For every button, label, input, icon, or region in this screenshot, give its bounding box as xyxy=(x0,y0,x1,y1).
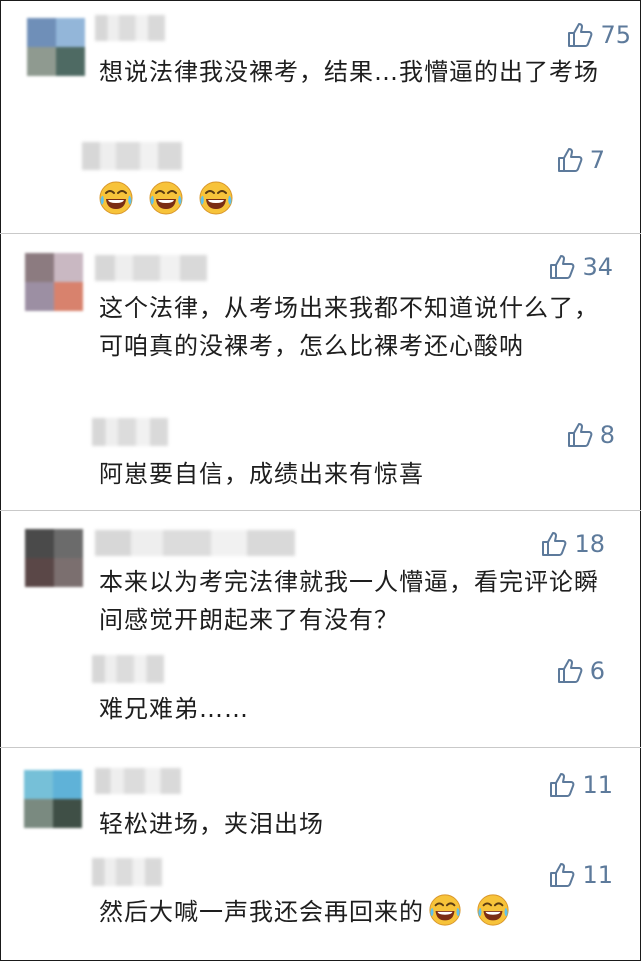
reply-like-button[interactable]: 7 xyxy=(556,145,605,175)
laugh-cry-icon xyxy=(148,180,184,216)
like-button[interactable]: 34 xyxy=(548,252,613,282)
avatar-tile xyxy=(54,529,83,558)
reply-text: 然后大喊一声我还会再回来的 xyxy=(99,893,619,931)
laugh-cry-icon xyxy=(198,180,234,216)
avatar[interactable] xyxy=(25,253,83,311)
avatar[interactable] xyxy=(25,529,83,587)
laugh-cry-icon xyxy=(98,180,134,216)
divider xyxy=(0,510,641,511)
comment-text: 这个法律，从考场出来我都不知道说什么了，可咱真的没裸考，怎么比裸考还心酸呐 xyxy=(99,294,599,360)
thumbs-up-icon xyxy=(550,863,575,887)
avatar-tile xyxy=(25,253,54,282)
avatar-tile xyxy=(24,799,53,828)
like-count: 75 xyxy=(600,21,631,49)
thumbs-up-icon xyxy=(542,532,567,556)
like-button[interactable]: 18 xyxy=(540,529,605,559)
like-count: 7 xyxy=(589,146,605,174)
reply-username-blurred[interactable] xyxy=(82,142,182,170)
thumbs-up-icon xyxy=(557,148,583,172)
reply-like-button[interactable]: 8 xyxy=(566,420,615,450)
like-count: 11 xyxy=(582,771,613,799)
like-count: 8 xyxy=(599,421,615,449)
avatar-tile xyxy=(24,770,53,799)
like-count: 34 xyxy=(582,253,613,281)
divider xyxy=(0,233,641,234)
thumbs-up-icon xyxy=(550,773,575,797)
avatar-tile xyxy=(25,282,54,311)
username-blurred[interactable] xyxy=(95,255,207,281)
reply-emoji-row xyxy=(98,180,234,216)
reply-text: 难兄难弟…… xyxy=(99,695,249,723)
reply-like-button[interactable]: 11 xyxy=(548,860,613,890)
laugh-cry-icon xyxy=(428,893,462,927)
laugh-cry-icon xyxy=(476,893,510,927)
comment-text: 本来以为考完法律就我一人懵逼，看完评论瞬间感觉开朗起来了有没有？ xyxy=(99,568,599,634)
thumbs-up-icon xyxy=(557,659,583,683)
avatar[interactable] xyxy=(27,18,85,76)
avatar-tile xyxy=(25,529,54,558)
avatar-tile xyxy=(27,18,56,47)
divider xyxy=(0,747,641,748)
reply-username-blurred[interactable] xyxy=(92,418,168,446)
avatar-tile xyxy=(53,770,82,799)
avatar-tile xyxy=(56,18,85,47)
thumbs-up-icon xyxy=(550,255,575,279)
avatar-tile xyxy=(54,253,83,282)
avatar-tile xyxy=(25,558,54,587)
avatar-tile xyxy=(56,47,85,76)
avatar-tile xyxy=(54,282,83,311)
like-count: 11 xyxy=(582,861,613,889)
comment-text: 轻松进场，夹泪出场 xyxy=(99,810,324,838)
comment-text: 想说法律我没裸考，结果…我懵逼的出了考场 xyxy=(99,58,599,86)
avatar[interactable] xyxy=(24,770,82,828)
username-blurred[interactable] xyxy=(95,15,165,41)
username-blurred[interactable] xyxy=(95,768,181,794)
inline-emoji-row xyxy=(424,898,510,926)
thumbs-up-icon xyxy=(567,423,593,447)
thumbs-up-icon xyxy=(568,23,593,47)
avatar-tile xyxy=(27,47,56,76)
username-blurred[interactable] xyxy=(95,530,295,556)
avatar-tile xyxy=(53,799,82,828)
reply-username-blurred[interactable] xyxy=(92,858,162,886)
reply-username-blurred[interactable] xyxy=(92,655,164,683)
like-count: 6 xyxy=(589,657,605,685)
like-count: 18 xyxy=(574,530,605,558)
like-button[interactable]: 75 xyxy=(566,20,631,50)
reply-like-button[interactable]: 6 xyxy=(556,656,605,686)
avatar-tile xyxy=(54,558,83,587)
reply-text: 阿崽要自信，成绩出来有惊喜 xyxy=(99,460,424,488)
like-button[interactable]: 11 xyxy=(548,770,613,800)
reply-text-content: 然后大喊一声我还会再回来的 xyxy=(99,898,424,926)
